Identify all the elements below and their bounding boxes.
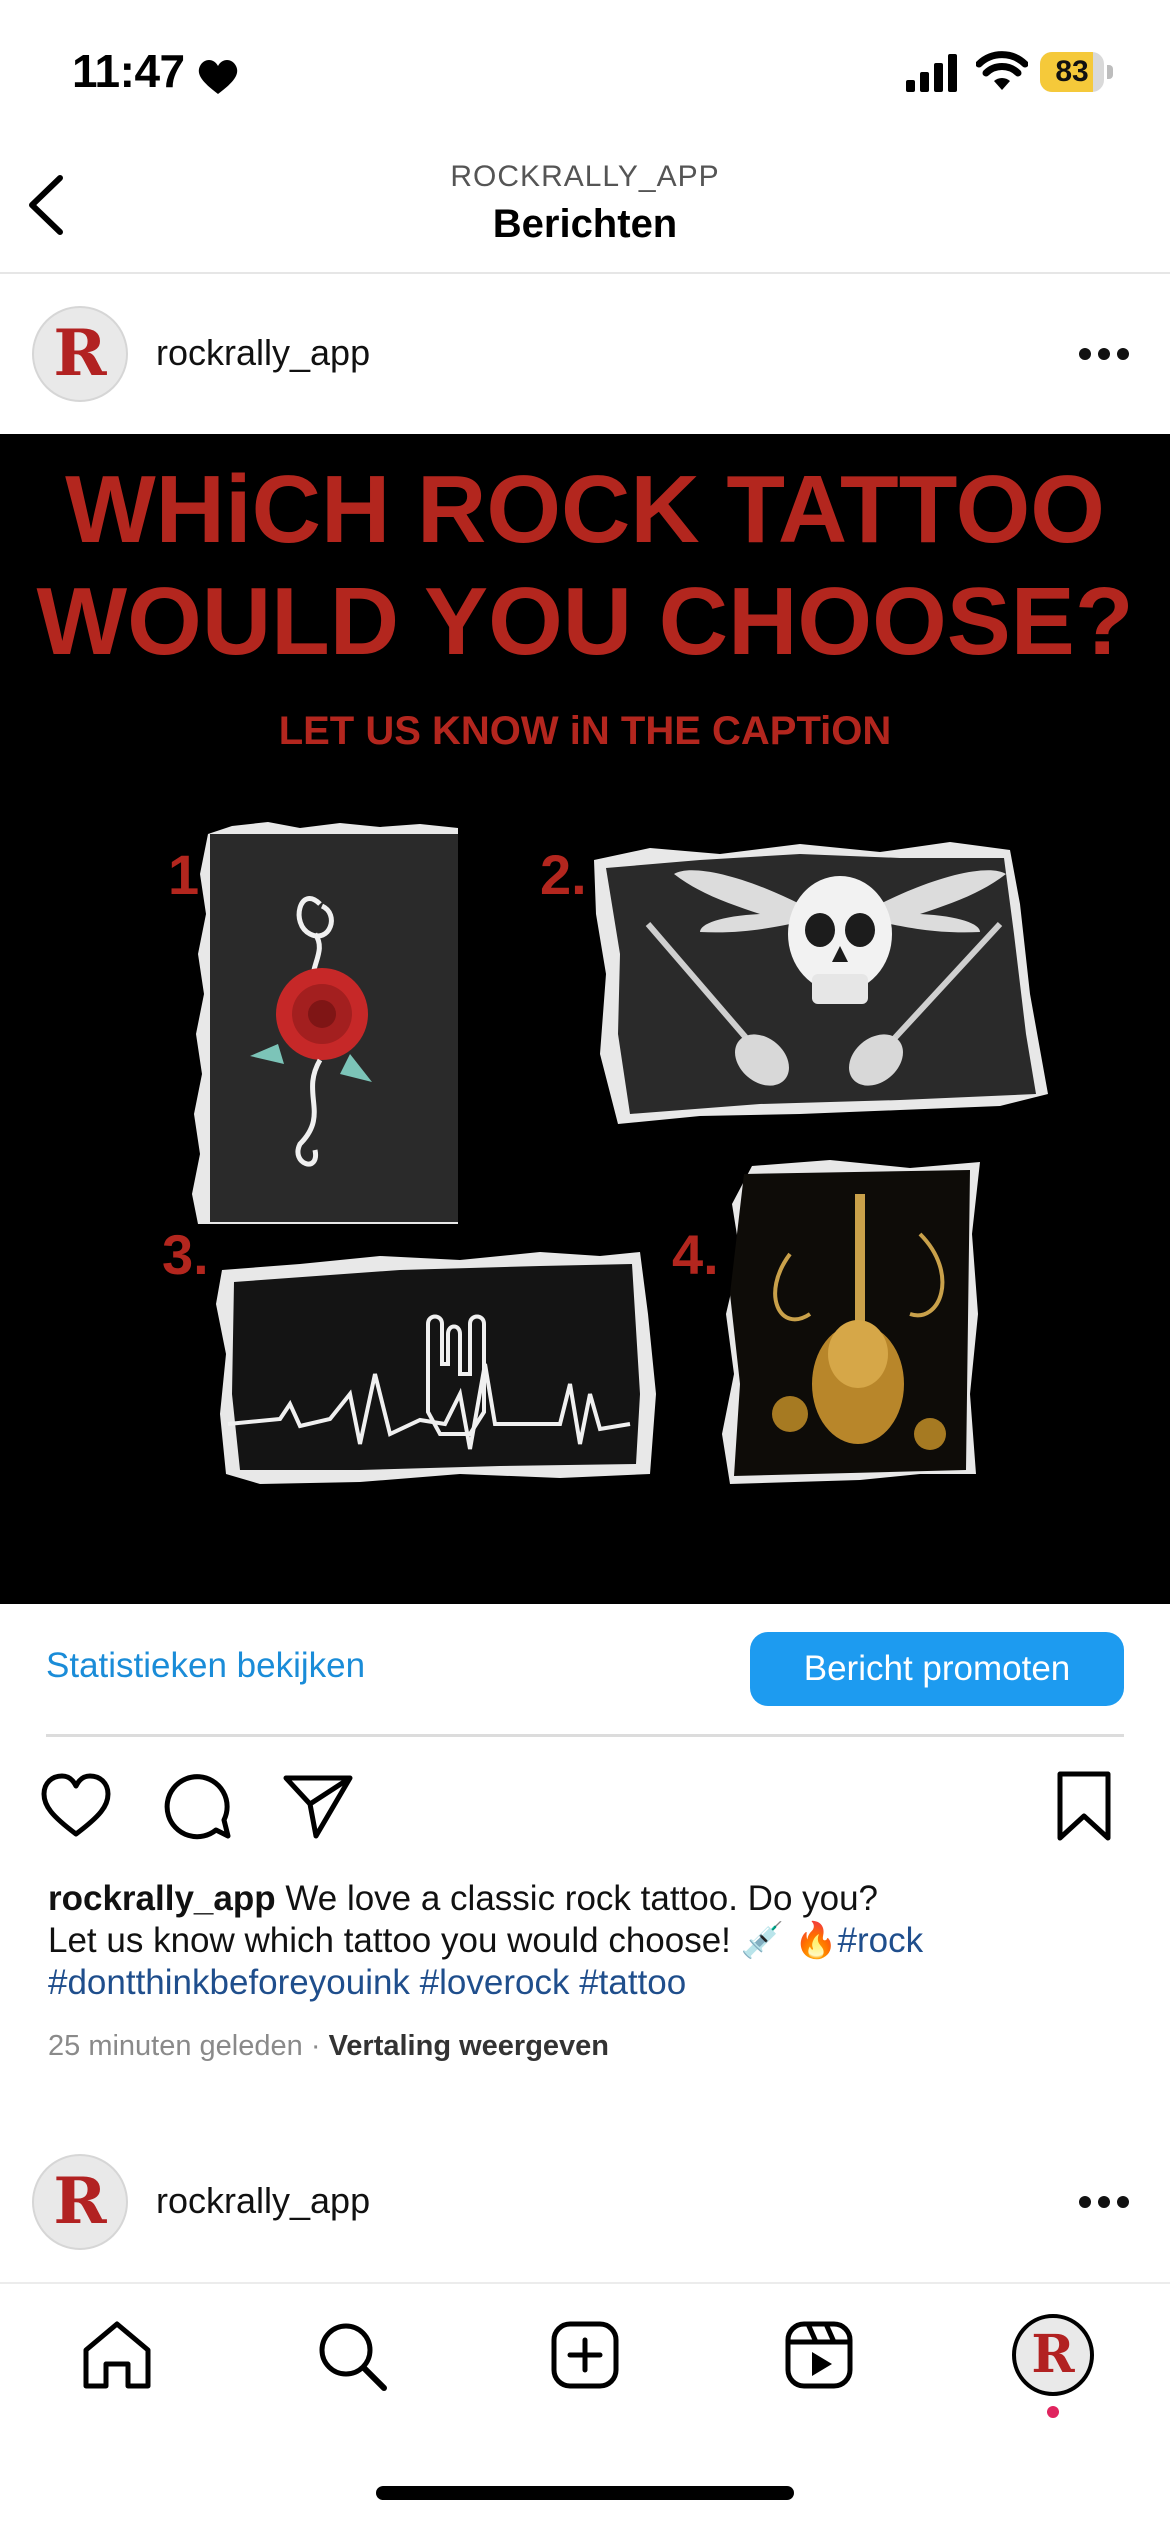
save-bookmark-icon[interactable] (1046, 1768, 1122, 1844)
caption-text-line2: Let us know which tattoo you would choos… (48, 1921, 838, 1960)
avatar[interactable]: R (32, 306, 128, 402)
headline-subline: LET US KNOW iN THE CAPTiON (279, 709, 892, 753)
header-subtitle: ROCKRALLY_APP (450, 160, 720, 193)
battery-indicator: 83 (1040, 52, 1114, 92)
reels-icon[interactable] (780, 2316, 858, 2394)
comment-icon[interactable] (160, 1768, 236, 1844)
create-post-icon[interactable] (546, 2316, 624, 2394)
promote-post-button[interactable]: Bericht promoten (750, 1632, 1124, 1706)
headline-line2: WOULD YOU CHOOSE? (37, 568, 1134, 675)
caption-text-line1: We love a classic rock tattoo. Do you? (275, 1879, 879, 1918)
more-options-icon[interactable] (1078, 346, 1130, 362)
like-heart-icon[interactable] (38, 1768, 114, 1844)
meta-separator: · (310, 2030, 321, 2062)
next-post-username[interactable]: rockrally_app (156, 2180, 370, 2222)
battery-level: 83 (1055, 55, 1089, 88)
next-post-avatar[interactable]: R (32, 2154, 128, 2250)
actions-divider (46, 1734, 1124, 1737)
profile-tab-avatar[interactable]: R (1012, 2314, 1094, 2396)
tattoo-rose-panel (192, 822, 458, 1224)
next-post-more-options-icon[interactable] (1078, 2194, 1130, 2210)
wifi-icon (976, 51, 1028, 90)
hashtag-dontthinkbeforeyouink[interactable]: #dontthinkbeforeyouink (48, 1963, 410, 2002)
page-title: Berichten (492, 202, 678, 246)
hashtag-loverock[interactable]: #loverock (420, 1963, 570, 2002)
view-insights-link[interactable]: Statistieken bekijken (46, 1646, 365, 1686)
header-divider (0, 272, 1170, 274)
heart-status-icon (198, 60, 238, 94)
tattoo-heartbeat-panel (216, 1252, 656, 1484)
headline-line1: WHiCH ROCK TATTOO (65, 456, 1105, 563)
hashtag-tattoo[interactable]: #tattoo (579, 1963, 686, 2002)
option-3-label: 3. (162, 1223, 209, 1286)
post-username[interactable]: rockrally_app (156, 332, 370, 374)
caption-username[interactable]: rockrally_app (48, 1879, 276, 1918)
status-time: 11:47 (72, 45, 185, 97)
post-timestamp: 25 minuten geleden (48, 2030, 303, 2062)
share-send-icon[interactable] (280, 1768, 356, 1844)
signal-icon (906, 54, 957, 92)
post-caption: rockrally_app We love a classic rock tat… (48, 1878, 1128, 2004)
home-indicator[interactable] (376, 2486, 794, 2500)
notification-dot (1047, 2406, 1059, 2418)
option-2-label: 2. (540, 843, 587, 906)
translate-link[interactable]: Vertaling weergeven (329, 2030, 609, 2062)
post-meta: 25 minuten geleden · Vertaling weergeven (48, 2030, 609, 2063)
post-image[interactable]: WHiCH ROCK TATTOO WOULD YOU CHOOSE? LET … (0, 434, 1170, 1604)
hashtag-rock[interactable]: #rock (838, 1921, 924, 1960)
tattoo-guitar-panel (722, 1160, 980, 1484)
tab-bar-divider (0, 2282, 1170, 2284)
option-4-label: 4. (672, 1223, 719, 1286)
search-icon[interactable] (312, 2316, 390, 2394)
tattoo-skull-panel (594, 842, 1048, 1124)
home-icon[interactable] (78, 2316, 156, 2394)
